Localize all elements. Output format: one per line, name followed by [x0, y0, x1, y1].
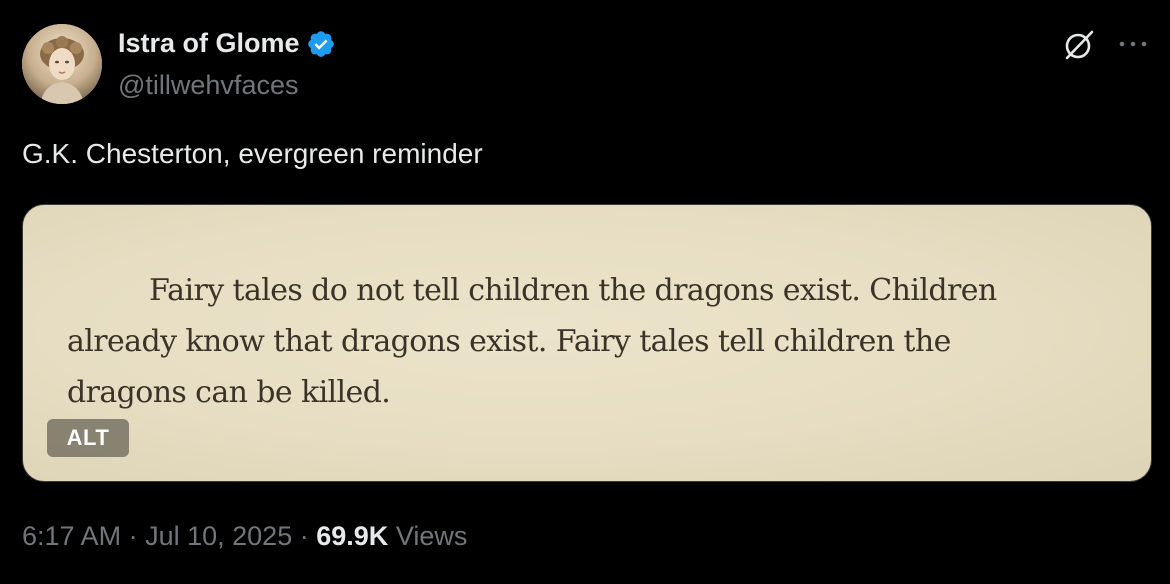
- grok-icon[interactable]: [1062, 28, 1096, 62]
- display-name-text[interactable]: Istra of Glome: [118, 28, 300, 59]
- avatar[interactable]: [22, 24, 102, 104]
- views-label: Views: [395, 521, 468, 551]
- author-display-name[interactable]: Istra of Glome: [118, 28, 336, 59]
- author-handle[interactable]: @tillwehvfaces: [118, 70, 298, 101]
- tweet-media-image[interactable]: Fairy tales do not tell children the dra…: [22, 204, 1152, 482]
- tweet-time[interactable]: 6:17 AM: [22, 521, 121, 551]
- alt-text-badge[interactable]: ALT: [47, 419, 129, 457]
- verified-badge-icon: [307, 30, 334, 57]
- quote-text: Fairy tales do not tell children the dra…: [67, 273, 997, 410]
- tweet-text: G.K. Chesterton, evergreen reminder: [22, 138, 483, 169]
- views-count: 69.9K: [316, 521, 389, 551]
- more-icon[interactable]: [1116, 34, 1150, 54]
- meta-separator: ·: [299, 521, 309, 551]
- meta-separator: ·: [128, 521, 138, 551]
- tweet-date[interactable]: Jul 10, 2025: [145, 521, 292, 551]
- tweet-metadata: 6:17 AM · Jul 10, 2025 · 69.9K Views: [22, 521, 467, 552]
